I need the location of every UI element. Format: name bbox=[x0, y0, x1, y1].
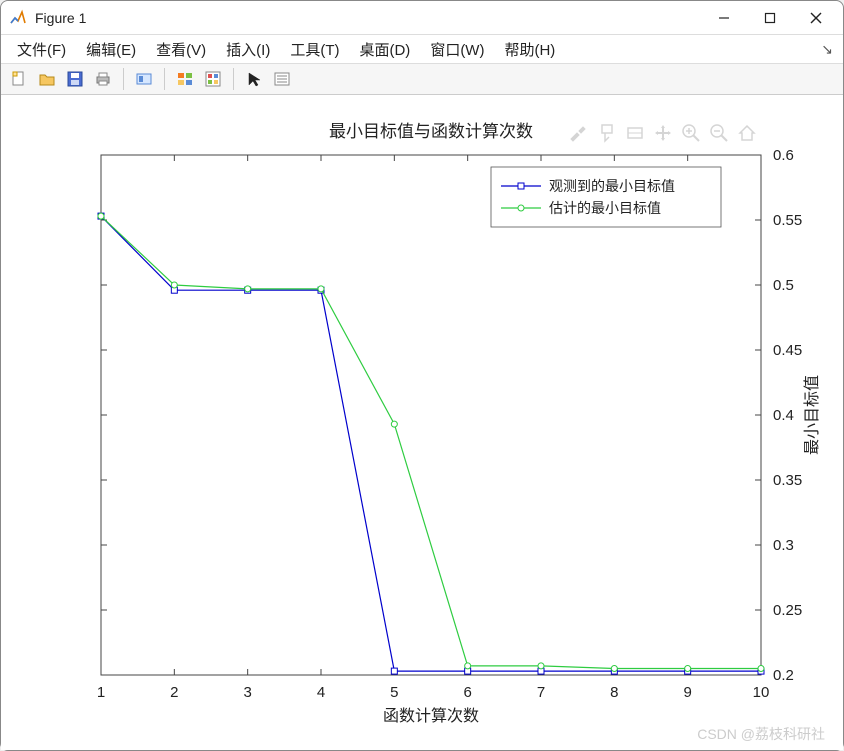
menu-file[interactable]: 文件(F) bbox=[7, 36, 76, 63]
svg-text:0.55: 0.55 bbox=[773, 212, 802, 229]
series-marker[interactable] bbox=[391, 421, 397, 427]
menu-view[interactable]: 查看(V) bbox=[146, 36, 216, 63]
svg-text:函数计算次数: 函数计算次数 bbox=[383, 706, 479, 725]
home-icon[interactable] bbox=[740, 126, 754, 140]
series-marker[interactable] bbox=[611, 666, 617, 672]
svg-text:0.6: 0.6 bbox=[773, 147, 794, 164]
pan-icon[interactable] bbox=[655, 125, 671, 141]
series-marker[interactable] bbox=[538, 663, 544, 669]
series-marker[interactable] bbox=[391, 668, 397, 674]
toolbar bbox=[1, 63, 843, 95]
svg-text:0.4: 0.4 bbox=[773, 407, 794, 424]
figure-window: Figure 1 文件(F) 编辑(E) 查看(V) 插入(I) 工具(T) 桌… bbox=[0, 0, 844, 751]
series-marker[interactable] bbox=[758, 666, 764, 672]
svg-text:0.45: 0.45 bbox=[773, 342, 802, 359]
menu-bar: 文件(F) 编辑(E) 查看(V) 插入(I) 工具(T) 桌面(D) 窗口(W… bbox=[1, 35, 843, 63]
svg-text:0.2: 0.2 bbox=[773, 667, 794, 684]
chart-canvas[interactable]: 最小目标值与函数计算次数 1 2 3 4 5 6 7 8 9 100.2 0.25 0.3 0.35 0.4… bbox=[1, 95, 843, 750]
svg-text:7: 7 bbox=[537, 684, 545, 701]
toolbar-separator bbox=[164, 68, 165, 90]
title-bar: Figure 1 bbox=[1, 1, 843, 35]
series-marker[interactable] bbox=[685, 666, 691, 672]
menu-desktop[interactable]: 桌面(D) bbox=[349, 36, 420, 63]
zoom-out-icon[interactable] bbox=[711, 125, 727, 141]
arrow-cursor-icon[interactable] bbox=[242, 67, 266, 91]
series-marker[interactable] bbox=[465, 663, 471, 669]
legend-entry[interactable]: 观测到的最小目标值 bbox=[549, 178, 675, 194]
series-marker[interactable] bbox=[245, 286, 251, 292]
series-marker[interactable] bbox=[318, 286, 324, 292]
svg-text:5: 5 bbox=[390, 684, 398, 701]
zoom-in-icon[interactable] bbox=[683, 125, 699, 141]
svg-text:0.35: 0.35 bbox=[773, 472, 802, 489]
series-marker[interactable] bbox=[171, 282, 177, 288]
data-cursor-icon[interactable] bbox=[132, 67, 156, 91]
chart-title: 最小目标值与函数计算次数 bbox=[329, 122, 533, 141]
save-icon[interactable] bbox=[63, 67, 87, 91]
svg-text:1: 1 bbox=[97, 684, 105, 701]
new-file-icon[interactable] bbox=[7, 67, 31, 91]
menu-insert[interactable]: 插入(I) bbox=[216, 36, 280, 63]
window-title: Figure 1 bbox=[35, 10, 86, 26]
matlab-icon bbox=[9, 9, 27, 27]
properties-icon[interactable] bbox=[270, 67, 294, 91]
rotate-icon[interactable] bbox=[628, 128, 642, 138]
svg-text:9: 9 bbox=[683, 684, 691, 701]
datatip-icon[interactable] bbox=[602, 125, 612, 141]
menu-overflow-icon[interactable]: ↘ bbox=[821, 41, 833, 58]
menu-help[interactable]: 帮助(H) bbox=[494, 36, 565, 63]
minimize-button[interactable] bbox=[701, 3, 747, 33]
svg-text:0.5: 0.5 bbox=[773, 277, 794, 294]
toolbar-separator bbox=[123, 68, 124, 90]
toolbar-separator bbox=[233, 68, 234, 90]
plot-area: 最小目标值与函数计算次数 1 2 3 4 5 6 7 8 9 100.2 0.25 0.3 0.35 0.4… bbox=[1, 95, 843, 750]
series-marker[interactable] bbox=[98, 213, 104, 219]
svg-text:3: 3 bbox=[243, 684, 251, 701]
color-order-icon[interactable] bbox=[201, 67, 225, 91]
svg-text:4: 4 bbox=[317, 684, 325, 701]
open-folder-icon[interactable] bbox=[35, 67, 59, 91]
legend-entry[interactable]: 估计的最小目标值 bbox=[549, 200, 661, 216]
legend-box[interactable] bbox=[491, 167, 721, 227]
brush-icon[interactable] bbox=[571, 127, 585, 141]
print-icon[interactable] bbox=[91, 67, 115, 91]
color-legend-icon[interactable] bbox=[173, 67, 197, 91]
svg-text:0.3: 0.3 bbox=[773, 537, 794, 554]
menu-window[interactable]: 窗口(W) bbox=[420, 36, 494, 63]
svg-text:最小目标值: 最小目标值 bbox=[803, 375, 821, 455]
maximize-button[interactable] bbox=[747, 3, 793, 33]
svg-text:0.25: 0.25 bbox=[773, 602, 802, 619]
svg-text:6: 6 bbox=[463, 684, 471, 701]
close-button[interactable] bbox=[793, 3, 839, 33]
menu-edit[interactable]: 编辑(E) bbox=[76, 36, 146, 63]
svg-text:2: 2 bbox=[170, 684, 178, 701]
menu-tools[interactable]: 工具(T) bbox=[280, 36, 349, 63]
svg-text:8: 8 bbox=[610, 684, 618, 701]
svg-text:10: 10 bbox=[753, 684, 770, 701]
